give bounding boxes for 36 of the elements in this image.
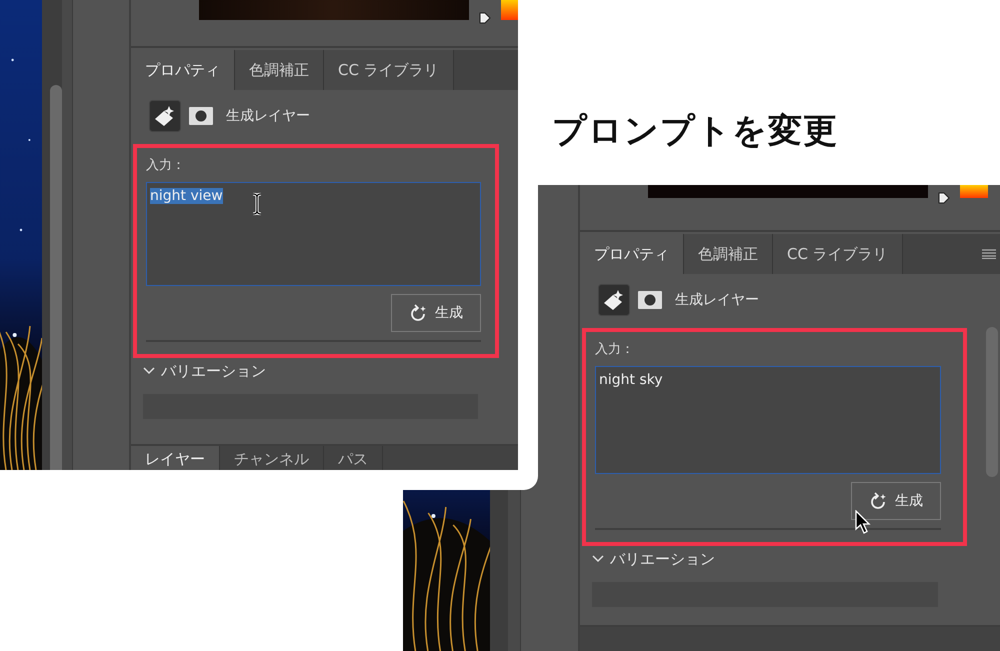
text-cursor-icon xyxy=(251,193,263,215)
scrollbar[interactable] xyxy=(986,327,998,477)
panel-tab[interactable]: プロパティ xyxy=(131,50,235,90)
sparkle-layer-icon[interactable] xyxy=(149,100,181,132)
scrollbar[interactable] xyxy=(50,85,62,470)
input-label: 入力： xyxy=(595,341,635,358)
heading: プロンプトを変更 xyxy=(552,110,838,153)
panel-tab[interactable]: 色調補正 xyxy=(235,50,324,90)
chevron-icon[interactable] xyxy=(592,555,604,563)
layer-name: 生成レイヤー xyxy=(675,291,759,309)
prompt-field[interactable]: night view xyxy=(146,182,481,286)
panel-tab[interactable]: 色調補正 xyxy=(684,234,773,274)
chevron-icon[interactable] xyxy=(143,367,155,375)
mouse-pointer-icon xyxy=(855,510,871,534)
section-title: バリエーション xyxy=(161,362,266,380)
menu-icon[interactable] xyxy=(982,249,996,259)
panel-tab[interactable]: CC ライブラリ xyxy=(773,234,903,274)
layer-name: 生成レイヤー xyxy=(226,107,310,125)
input-label: 入力： xyxy=(146,157,186,174)
slider-thumb-icon[interactable] xyxy=(938,192,950,204)
panel-tab[interactable]: CC ライブラリ xyxy=(324,50,454,90)
slider-thumb-icon[interactable] xyxy=(479,12,491,24)
panel-tab[interactable]: パス xyxy=(324,446,383,470)
generate-button[interactable]: 生成 xyxy=(391,294,481,332)
color-swatch xyxy=(960,185,988,198)
regenerate-icon xyxy=(869,492,887,510)
panel-tab[interactable]: プロパティ xyxy=(580,234,684,274)
panel-tab[interactable]: レイヤー xyxy=(131,446,220,470)
panel-tab[interactable]: チャンネル xyxy=(220,446,324,470)
section-title: バリエーション xyxy=(610,550,715,568)
prompt-field[interactable]: night sky xyxy=(595,366,941,474)
generate-button[interactable]: 生成 xyxy=(851,482,941,520)
mask-icon[interactable] xyxy=(189,107,213,125)
mask-icon[interactable] xyxy=(638,291,662,309)
sparkle-layer-icon[interactable] xyxy=(598,284,630,316)
regenerate-icon xyxy=(409,304,427,322)
